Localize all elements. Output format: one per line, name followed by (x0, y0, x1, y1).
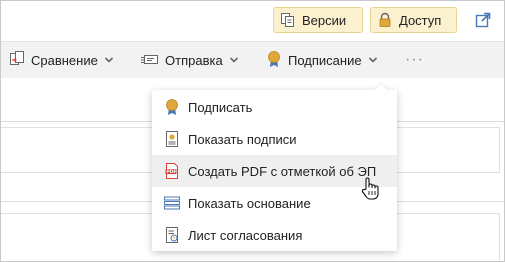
menu-item-label: Лист согласования (188, 227, 303, 243)
chevron-down-icon (368, 55, 378, 65)
signature-doc-icon (164, 131, 180, 147)
menu-item-approval-sheet[interactable]: Лист согласования (152, 219, 397, 251)
access-button[interactable]: Доступ (370, 7, 457, 33)
app-window: Версии Доступ Сравнение Отправка Подписа… (0, 0, 505, 262)
compare-menu[interactable]: Сравнение (9, 42, 114, 78)
stack-icon (164, 195, 180, 211)
hand-cursor-icon (361, 177, 379, 201)
compare-label: Сравнение (31, 52, 98, 68)
menu-item-label: Создать PDF с отметкой об ЭП (188, 163, 377, 179)
access-label: Доступ (399, 12, 442, 28)
menu-item-show-signatures[interactable]: Показать подписи (152, 123, 397, 155)
send-icon (141, 51, 159, 70)
send-label: Отправка (165, 52, 223, 68)
svg-text:PDF: PDF (167, 169, 177, 175)
seal-icon (164, 99, 180, 115)
dropdown-pointer (374, 84, 388, 91)
send-menu[interactable]: Отправка (141, 42, 239, 78)
lock-icon (377, 12, 393, 28)
more-menu[interactable]: ··· (405, 42, 424, 78)
versions-icon (280, 12, 296, 28)
chevron-down-icon (104, 55, 114, 65)
compare-icon (9, 50, 25, 70)
menu-item-label: Подписать (188, 99, 253, 115)
menu-item-sign[interactable]: Подписать (152, 91, 397, 123)
menu-item-label: Показать подписи (188, 131, 297, 147)
sign-dropdown-menu: Подписать Показать подписи PDF Создать P… (152, 84, 397, 251)
more-dots-icon: ··· (405, 51, 424, 68)
sign-label: Подписание (288, 52, 362, 68)
pdf-icon: PDF (164, 163, 180, 179)
open-external-icon[interactable] (474, 11, 492, 29)
seal-icon (266, 50, 282, 71)
chevron-down-icon (229, 55, 239, 65)
top-bar: Версии Доступ (1, 1, 504, 42)
versions-button[interactable]: Версии (273, 7, 363, 33)
document-toolbar: Сравнение Отправка Подписание ··· (1, 42, 504, 78)
sign-menu[interactable]: Подписание (266, 42, 378, 78)
versions-label: Версии (302, 12, 347, 28)
menu-item-label: Показать основание (188, 195, 311, 211)
approval-sheet-icon (164, 227, 180, 243)
